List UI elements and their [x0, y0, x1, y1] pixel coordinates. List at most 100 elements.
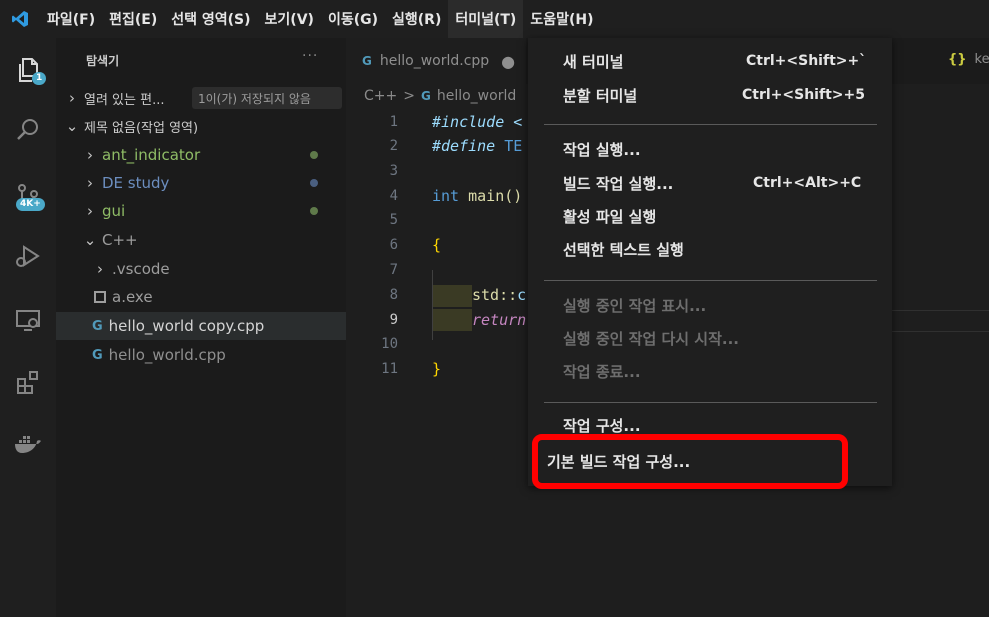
menu-item-label: 작업 구성...	[563, 416, 641, 435]
line-number: 1	[389, 114, 398, 130]
chevron-right-icon: ›	[97, 260, 103, 278]
menu-help[interactable]: 도움말(H)	[523, 0, 600, 38]
code-token: main()	[468, 187, 523, 205]
menu-item-run-selected-text[interactable]: 선택한 텍스트 실행	[528, 234, 892, 264]
folder-de-study[interactable]: › DE study	[56, 169, 346, 197]
menu-item-label: 실행 중인 작업 다시 시작...	[563, 329, 739, 348]
line-number: 5	[389, 212, 398, 228]
code-token: c	[517, 286, 527, 304]
menu-run[interactable]: 실행(R)	[385, 0, 448, 38]
vscode-logo-icon[interactable]	[0, 0, 40, 38]
file-label: a.exe	[112, 288, 153, 306]
extensions-icon[interactable]	[8, 362, 48, 402]
code-line-11[interactable]: }	[432, 360, 441, 378]
menu-item-run-active-file[interactable]: 활성 파일 실행	[528, 201, 892, 231]
docker-icon[interactable]	[8, 424, 48, 464]
menu-item-terminate-task: 작업 종료...	[528, 356, 892, 386]
breadcrumb-folder[interactable]: C++	[364, 88, 397, 104]
menu-terminal[interactable]: 터미널(T)	[448, 0, 524, 38]
file-label: hello_world copy.cpp	[108, 317, 265, 335]
menu-edit[interactable]: 편집(E)	[102, 0, 164, 38]
source-control-badge: 4K+	[16, 198, 45, 211]
menu-item-label: 활성 파일 실행	[563, 207, 657, 226]
code-token: std::	[472, 286, 518, 304]
line-number: 9	[389, 312, 398, 328]
menu-item-label: 작업 종료...	[563, 362, 641, 381]
code-token: {	[432, 236, 442, 254]
code-line-2[interactable]: #define TE	[432, 137, 522, 155]
menu-item-show-running-tasks: 실행 중인 작업 표시...	[528, 290, 892, 320]
chevron-down-icon: ⌄	[83, 231, 97, 249]
menu-file[interactable]: 파일(F)	[40, 0, 102, 38]
file-a-exe[interactable]: a.exe	[56, 283, 346, 311]
menu-item-restart-running-task: 실행 중인 작업 다시 시작...	[528, 323, 892, 353]
unsaved-indicator: 1이(가) 저장되지 않음	[192, 87, 342, 109]
file-hello-world-copy[interactable]: G hello_world copy.cpp	[56, 312, 346, 340]
menu-item-run-build-task[interactable]: 빌드 작업 실행... Ctrl+<Alt>+C	[528, 168, 892, 198]
menu-item-shortcut: Ctrl+<Shift>+5	[742, 87, 865, 103]
menu-view[interactable]: 보기(V)	[258, 0, 321, 38]
whitespace-highlight	[432, 309, 472, 331]
folder-vscode[interactable]: › .vscode	[56, 255, 346, 283]
code-line-4[interactable]: int main()	[432, 187, 522, 205]
open-editors-label: 열려 있는 편...	[84, 92, 165, 108]
folder-label: ant_indicator	[102, 146, 201, 164]
cpp-file-icon: G	[420, 89, 431, 103]
chevron-right-icon: ›	[87, 202, 93, 220]
line-number: 6	[389, 237, 398, 253]
explorer-icon[interactable]: 1	[8, 50, 48, 90]
menu-separator	[544, 402, 877, 403]
menu-item-split-terminal[interactable]: 분할 터미널 Ctrl+<Shift>+5	[528, 80, 892, 110]
json-tab[interactable]: {} ke	[948, 52, 989, 67]
code-token: #include <	[432, 113, 523, 131]
json-file-icon: {}	[948, 52, 967, 67]
explorer-badge: 1	[32, 72, 47, 85]
search-icon[interactable]	[8, 110, 48, 150]
code-token: }	[432, 360, 442, 378]
workspace-section[interactable]: ⌄ 제목 없음(작업 영역)	[56, 112, 346, 140]
remote-explorer-icon[interactable]	[8, 300, 48, 340]
code-line-6[interactable]: {	[432, 236, 441, 254]
unsaved-dot-icon[interactable]: ●	[501, 52, 515, 71]
menu-item-label: 빌드 작업 실행...	[563, 174, 674, 193]
code-line-8[interactable]: std::c	[472, 286, 526, 304]
menu-separator	[544, 280, 877, 281]
git-status-dot	[310, 151, 318, 159]
code-line-9[interactable]: return	[472, 311, 526, 329]
file-label: .vscode	[112, 260, 170, 278]
chevron-right-icon: ›	[87, 174, 93, 192]
code-line-1[interactable]: #include <	[432, 113, 522, 131]
line-number: 3	[389, 163, 398, 179]
menu-go[interactable]: 이동(G)	[321, 0, 385, 38]
cpp-file-icon: G	[92, 318, 103, 334]
file-hello-world[interactable]: G hello_world.cpp	[56, 341, 346, 369]
menu-item-shortcut: Ctrl+<Shift>+`	[746, 53, 867, 69]
menu-item-label: 분할 터미널	[563, 86, 638, 105]
menu-selection[interactable]: 선택 영역(S)	[164, 0, 257, 38]
more-actions-icon[interactable]: ···	[302, 48, 318, 64]
breadcrumb-file[interactable]: hello_world	[437, 88, 516, 104]
explorer-sidebar: 탐색기 ··· › 열려 있는 편... 1이(가) 저장되지 않음 ⌄ 제목 …	[56, 38, 346, 617]
tab-hello-world[interactable]: G hello_world.cpp ●	[346, 38, 526, 84]
menu-item-run-task[interactable]: 작업 실행...	[528, 134, 892, 164]
folder-gui[interactable]: › gui	[56, 197, 346, 225]
line-number: 11	[381, 361, 398, 377]
line-number: 10	[381, 336, 398, 352]
code-token: int	[432, 187, 469, 205]
git-status-dot	[310, 207, 318, 215]
workspace-label: 제목 없음(작업 영역)	[84, 120, 199, 136]
menu-bar: 파일(F) 편집(E) 선택 영역(S) 보기(V) 이동(G) 실행(R) 터…	[0, 0, 989, 38]
whitespace-highlight	[432, 285, 472, 307]
source-control-icon[interactable]: 4K+	[8, 176, 48, 216]
folder-cpp[interactable]: ⌄ C++	[56, 226, 346, 254]
folder-ant-indicator[interactable]: › ant_indicator	[56, 141, 346, 169]
menu-item-new-terminal[interactable]: 새 터미널 Ctrl+<Shift>+`	[528, 46, 892, 76]
binary-file-icon	[94, 291, 106, 303]
breadcrumb: C++ > G hello_world	[364, 88, 516, 104]
folder-label: DE study	[102, 174, 170, 192]
cpp-file-icon: G	[92, 347, 103, 363]
sidebar-title: 탐색기	[86, 54, 120, 68]
menu-item-label: 실행 중인 작업 표시...	[563, 296, 707, 315]
run-debug-icon[interactable]	[8, 236, 48, 276]
menu-item-label: 선택한 텍스트 실행	[563, 240, 684, 259]
